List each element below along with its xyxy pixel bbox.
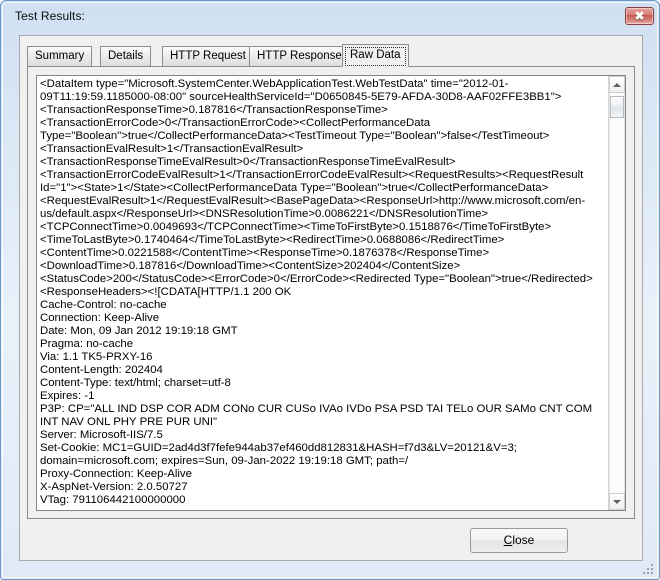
tab-page-raw-data: <DataItem type="Microsoft.SystemCenter.W… [27,66,635,519]
close-icon: ✖ [634,9,645,23]
window-close-button[interactable]: ✖ [625,7,654,25]
scroll-down-arrow-icon[interactable] [609,493,625,510]
resize-grip[interactable] [643,564,655,576]
close-button[interactable]: Close [470,528,568,553]
scrollbar-track[interactable] [609,93,625,493]
scroll-up-arrow-icon[interactable] [609,76,625,93]
vertical-scrollbar[interactable] [608,76,625,510]
tab-summary[interactable]: Summary [27,46,93,66]
down-arrow-glyph [613,499,621,504]
raw-data-textbox[interactable]: <DataItem type="Microsoft.SystemCenter.W… [36,75,626,511]
dialog-window: Test Results: ✖ Summary Details HTTP Req… [0,0,660,580]
scrollbar-thumb[interactable] [610,96,624,118]
title-bar[interactable]: Test Results: ✖ [3,3,659,31]
dialog-client-area: Summary Details HTTP Request HTTP Respon… [19,35,643,561]
close-button-label: lose [512,533,535,547]
tab-http-request[interactable]: HTTP Request [162,46,254,66]
tab-strip: Summary Details HTTP Request HTTP Respon… [27,44,635,67]
tab-raw-data-label: Raw Data [350,49,401,61]
window-title: Test Results: [15,9,85,23]
up-arrow-glyph [613,82,621,87]
tab-http-response[interactable]: HTTP Response [249,46,350,66]
tab-details[interactable]: Details [100,46,152,66]
tab-raw-data[interactable]: Raw Data [342,44,409,67]
raw-data-text: <DataItem type="Microsoft.SystemCenter.W… [40,78,593,508]
